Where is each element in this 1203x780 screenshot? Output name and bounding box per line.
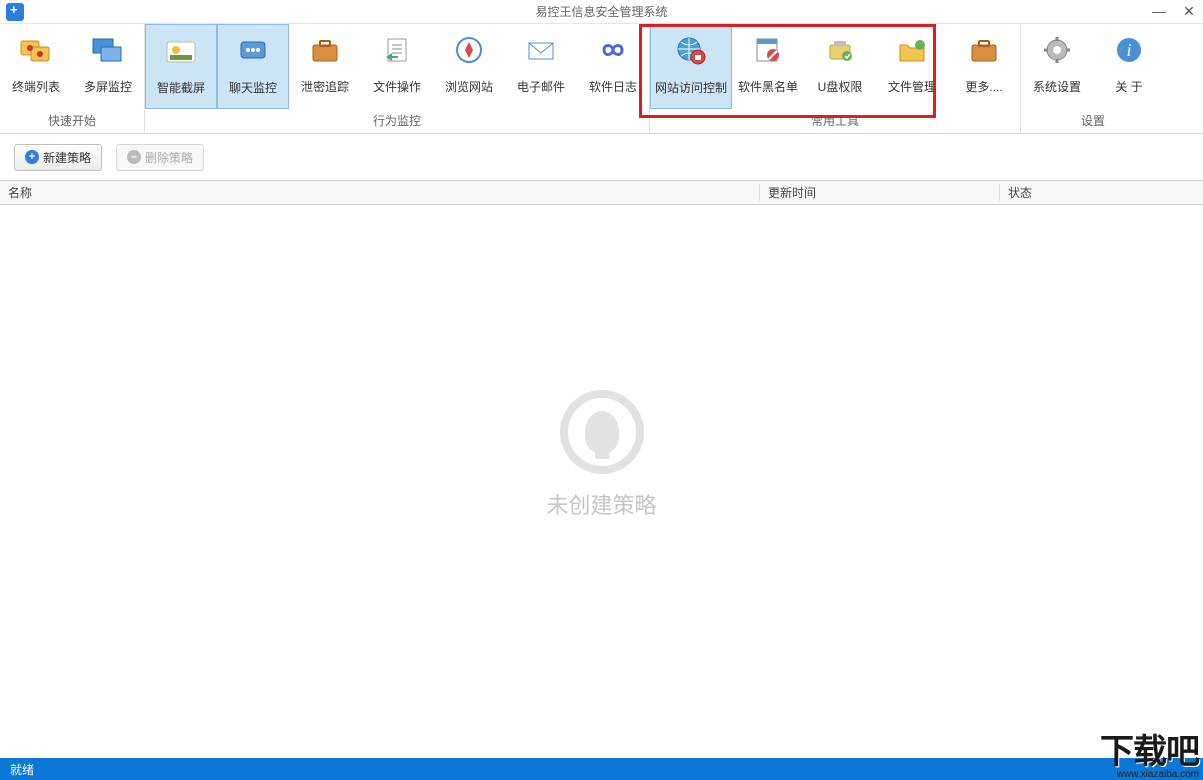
- watermark-brand: 下载吧: [1100, 724, 1199, 773]
- bulb-icon: [560, 390, 644, 474]
- email-button[interactable]: 电子邮件: [505, 24, 577, 109]
- empty-text: 未创建策略: [546, 488, 656, 520]
- new-policy-label: 新建策略: [43, 149, 91, 166]
- browse-site-button[interactable]: 浏览网站: [433, 24, 505, 109]
- info-icon: i: [1111, 32, 1147, 68]
- chat-monitor-label: 聊天监控: [229, 79, 277, 96]
- system-settings-button[interactable]: 系统设置: [1021, 24, 1093, 109]
- site-access-label: 网站访问控制: [655, 79, 727, 96]
- multi-screen-button[interactable]: 多屏监控: [72, 24, 144, 109]
- delete-policy-button[interactable]: – 删除策略: [116, 144, 204, 171]
- browse-site-label: 浏览网站: [445, 78, 493, 95]
- software-log-button[interactable]: 软件日志: [577, 24, 649, 109]
- policy-table: 名称 更新时间 状态 未创建策略: [0, 180, 1203, 705]
- plus-icon: +: [25, 150, 39, 164]
- minimize-button[interactable]: —: [1151, 3, 1167, 20]
- system-settings-label: 系统设置: [1033, 78, 1081, 95]
- statusbar: 就绪: [0, 758, 1203, 780]
- blacklist-icon: [750, 32, 786, 68]
- terminal-list-icon: [18, 32, 54, 68]
- email-label: 电子邮件: [517, 78, 565, 95]
- app-icon: [6, 3, 24, 21]
- empty-state: 未创建策略: [0, 205, 1203, 705]
- chat-icon: [235, 33, 271, 69]
- action-bar: + 新建策略 – 删除策略: [0, 134, 1203, 180]
- folder-icon: [894, 32, 930, 68]
- table-header: 名称 更新时间 状态: [0, 181, 1203, 205]
- more-button[interactable]: 更多....: [948, 24, 1020, 109]
- column-update[interactable]: 更新时间: [760, 184, 1000, 201]
- svg-text:i: i: [1126, 40, 1131, 60]
- status-text: 就绪: [10, 761, 34, 778]
- ribbon-group-tools: 网站访问控制 软件黑名单 U盘权限 文件管理: [650, 24, 1021, 133]
- window-title: 易控王信息安全管理系统: [535, 3, 667, 20]
- column-status[interactable]: 状态: [1000, 184, 1203, 201]
- file-op-icon: [379, 32, 415, 68]
- group-behavior-label: 行为监控: [145, 109, 649, 133]
- leak-track-button[interactable]: 泄密追踪: [289, 24, 361, 109]
- screenshot-label: 智能截屏: [157, 79, 205, 96]
- group-settings-label: 设置: [1021, 109, 1165, 133]
- software-blacklist-button[interactable]: 软件黑名单: [732, 24, 804, 109]
- ribbon-group-behavior: 智能截屏 聊天监控 泄密追踪 文件操作: [145, 24, 650, 133]
- compass-icon: [451, 32, 487, 68]
- chat-monitor-button[interactable]: 聊天监控: [217, 24, 289, 109]
- leak-track-label: 泄密追踪: [301, 78, 349, 95]
- screenshot-button[interactable]: 智能截屏: [145, 24, 217, 109]
- terminal-list-button[interactable]: 终端列表: [0, 24, 72, 109]
- usb-permission-label: U盘权限: [818, 78, 863, 95]
- file-op-button[interactable]: 文件操作: [361, 24, 433, 109]
- site-access-button[interactable]: 网站访问控制: [650, 24, 732, 109]
- group-tools-label: 常用工具: [650, 109, 1020, 133]
- new-policy-button[interactable]: + 新建策略: [14, 144, 102, 171]
- ribbon-group-settings: 系统设置 i 关 于 设置: [1021, 24, 1165, 133]
- file-manage-label: 文件管理: [888, 78, 936, 95]
- window-controls: — ✕: [1151, 3, 1197, 20]
- ribbon: 终端列表 多屏监控 快速开始 智能截屏 聊天监: [0, 24, 1203, 134]
- more-label: 更多....: [965, 78, 1002, 95]
- column-name[interactable]: 名称: [0, 184, 760, 201]
- infinity-icon: [595, 32, 631, 68]
- about-label: 关 于: [1115, 78, 1142, 95]
- terminal-list-label: 终端列表: [12, 78, 60, 95]
- ribbon-group-quickstart: 终端列表 多屏监控 快速开始: [0, 24, 145, 133]
- file-manage-button[interactable]: 文件管理: [876, 24, 948, 109]
- file-op-label: 文件操作: [373, 78, 421, 95]
- briefcase-icon: [307, 32, 343, 68]
- multi-screen-icon: [90, 32, 126, 68]
- globe-lock-icon: [673, 33, 709, 69]
- close-button[interactable]: ✕: [1181, 3, 1197, 20]
- multi-screen-label: 多屏监控: [84, 78, 132, 95]
- delete-policy-label: 删除策略: [145, 149, 193, 166]
- mail-icon: [523, 32, 559, 68]
- watermark: 下载吧 www.xiazaiba.com: [1100, 724, 1199, 780]
- usb-icon: [822, 32, 858, 68]
- software-log-label: 软件日志: [589, 78, 637, 95]
- about-button[interactable]: i 关 于: [1093, 24, 1165, 109]
- group-quickstart-label: 快速开始: [0, 109, 144, 133]
- gear-icon: [1039, 32, 1075, 68]
- titlebar: 易控王信息安全管理系统 — ✕: [0, 0, 1203, 24]
- briefcase2-icon: [966, 32, 1002, 68]
- screenshot-icon: [163, 33, 199, 69]
- software-blacklist-label: 软件黑名单: [738, 78, 798, 95]
- usb-permission-button[interactable]: U盘权限: [804, 24, 876, 109]
- minus-icon: –: [127, 150, 141, 164]
